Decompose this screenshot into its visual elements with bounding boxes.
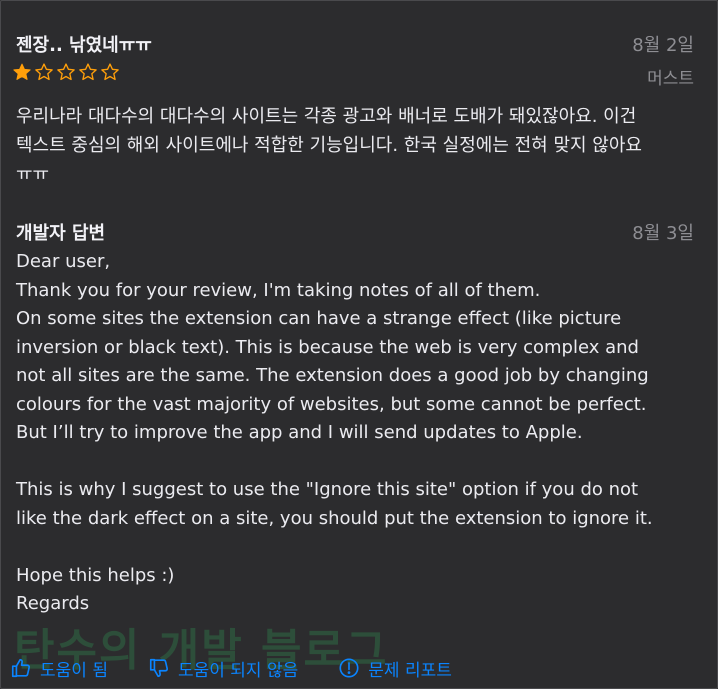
review-date: 8월 2일: [632, 35, 694, 56]
review-title: 젠장.. 낚였네ㅠㅠ: [16, 35, 152, 56]
star-filled-icon: [13, 63, 31, 80]
developer-response-date: 8월 3일: [632, 223, 694, 244]
star-rating: [12, 62, 120, 82]
not-helpful-button[interactable]: 도움이 되지 않음: [148, 656, 298, 681]
star-empty-icon: [101, 63, 119, 81]
thumbs-up-icon: [11, 658, 31, 678]
review-author: 머스트: [647, 69, 694, 89]
review-body: 우리나라 대다수의 대다수의 사이트는 각종 광고와 배너로 도배가 돼있잖아요…: [16, 106, 642, 185]
developer-response-body: Dear user, Thank you for your review, I'…: [16, 251, 653, 614]
not-helpful-label: 도움이 되지 않음: [177, 660, 299, 681]
developer-response-title: 개발자 답변: [16, 223, 106, 244]
helpful-label: 도움이 됨: [40, 660, 108, 681]
star-empty-icon: [35, 63, 53, 81]
thumbs-down-icon: [149, 658, 169, 678]
report-button[interactable]: 문제 리포트: [338, 656, 452, 681]
review-actions: 도움이 됨 도움이 되지 않음 문제 리포트: [10, 652, 710, 684]
star-empty-icon: [57, 63, 75, 81]
star-empty-icon: [79, 63, 97, 81]
exclamation-circle-icon: [339, 658, 359, 678]
helpful-button[interactable]: 도움이 됨: [10, 656, 108, 681]
report-label: 문제 리포트: [368, 660, 452, 681]
